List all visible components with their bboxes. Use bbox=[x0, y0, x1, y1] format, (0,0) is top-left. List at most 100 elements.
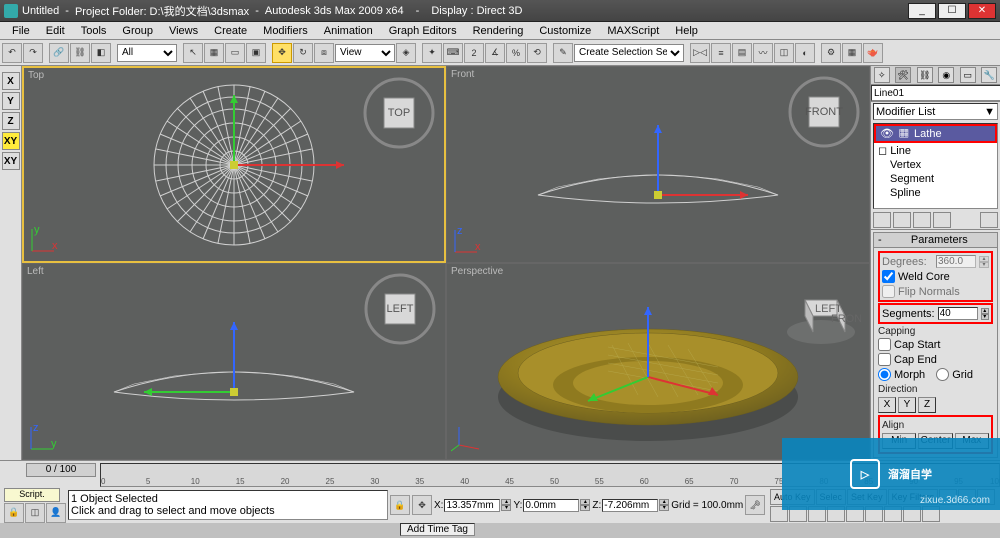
direction-y-button[interactable]: Y bbox=[898, 397, 916, 413]
viewport-left[interactable]: Left LEFT yz bbox=[22, 263, 446, 460]
minimize-button[interactable]: _ bbox=[908, 3, 936, 19]
bind-button[interactable]: ◧ bbox=[91, 43, 111, 63]
create-tab[interactable]: ✧ bbox=[874, 67, 890, 83]
refcoord-dropdown[interactable]: View bbox=[335, 44, 395, 62]
add-time-tag[interactable]: Add Time Tag bbox=[400, 523, 475, 536]
link-button[interactable]: 🔗 bbox=[49, 43, 69, 63]
pin-stack-button[interactable] bbox=[873, 212, 891, 228]
direction-x-button[interactable]: X bbox=[878, 397, 896, 413]
menu-tools[interactable]: Tools bbox=[73, 25, 115, 37]
select-scale-button[interactable]: ⧈ bbox=[314, 43, 334, 63]
hierarchy-tab[interactable]: ⛓ bbox=[917, 67, 933, 83]
menu-create[interactable]: Create bbox=[206, 25, 255, 37]
menu-views[interactable]: Views bbox=[161, 25, 206, 37]
keyboard-shortcut-button[interactable]: ⌨ bbox=[443, 43, 463, 63]
lock-selection-toggle[interactable]: 🔒 bbox=[390, 495, 410, 515]
menu-maxscript[interactable]: MAXScript bbox=[599, 25, 667, 37]
maxscript-mini-listener[interactable]: Script. bbox=[4, 488, 60, 502]
configure-sets-button[interactable] bbox=[980, 212, 998, 228]
menu-customize[interactable]: Customize bbox=[531, 25, 599, 37]
time-slider[interactable]: 0 / 100 bbox=[26, 463, 96, 477]
utilities-tab[interactable]: 🔧 bbox=[981, 67, 997, 83]
schematic-view-button[interactable]: ◫ bbox=[774, 43, 794, 63]
degrees-spinner[interactable]: ▴▾ bbox=[979, 256, 989, 268]
manipulate-button[interactable]: ✦ bbox=[422, 43, 442, 63]
menu-graph-editors[interactable]: Graph Editors bbox=[381, 25, 465, 37]
remove-modifier-button[interactable] bbox=[933, 212, 951, 228]
redo-button[interactable]: ↷ bbox=[23, 43, 43, 63]
absolute-transform-button[interactable]: ✥ bbox=[412, 495, 432, 515]
material-editor-button[interactable]: ◐ bbox=[795, 43, 815, 63]
maximize-button[interactable]: ☐ bbox=[938, 3, 966, 19]
menu-help[interactable]: Help bbox=[667, 25, 706, 37]
select-by-name-button[interactable]: ▦ bbox=[204, 43, 224, 63]
render-setup-button[interactable]: ⚙ bbox=[821, 43, 841, 63]
close-button[interactable]: ✕ bbox=[968, 3, 996, 19]
object-name-input[interactable] bbox=[871, 85, 1000, 101]
spinner-snap-button[interactable]: ⟲ bbox=[527, 43, 547, 63]
rendered-frame-button[interactable]: ▦ bbox=[842, 43, 862, 63]
pivot-center-button[interactable]: ◈ bbox=[396, 43, 416, 63]
degrees-input[interactable] bbox=[936, 255, 976, 268]
axis-xy2-button[interactable]: XY bbox=[2, 152, 20, 170]
mirror-button[interactable]: ▷◁ bbox=[690, 43, 710, 63]
axis-x-button[interactable]: X bbox=[2, 72, 20, 90]
modify-tab[interactable]: 🛠 bbox=[895, 67, 911, 83]
edit-named-sel-button[interactable]: ✎ bbox=[553, 43, 573, 63]
coord-x-spinner[interactable]: ▴▾ bbox=[501, 499, 511, 511]
snaps-percent-button[interactable]: % bbox=[506, 43, 526, 63]
parameters-header[interactable]: -Parameters bbox=[873, 232, 998, 248]
selection-filter-dropdown[interactable]: All bbox=[117, 44, 177, 62]
flip-normals-checkbox[interactable] bbox=[882, 285, 895, 298]
layer-manager-button[interactable]: ▤ bbox=[732, 43, 752, 63]
select-move-button[interactable]: ✥ bbox=[272, 43, 292, 63]
coord-x-input[interactable] bbox=[444, 499, 500, 512]
coord-z-input[interactable] bbox=[602, 499, 658, 512]
cap-start-checkbox[interactable] bbox=[878, 338, 891, 351]
menu-rendering[interactable]: Rendering bbox=[465, 25, 532, 37]
coord-y-spinner[interactable]: ▴▾ bbox=[580, 499, 590, 511]
render-production-button[interactable]: 🫖 bbox=[863, 43, 883, 63]
viewcube-front[interactable]: FRONT bbox=[787, 75, 861, 149]
curve-editor-button[interactable]: 〰 bbox=[753, 43, 773, 63]
show-end-result-button[interactable] bbox=[893, 212, 911, 228]
select-rotate-button[interactable]: ↻ bbox=[293, 43, 313, 63]
menu-animation[interactable]: Animation bbox=[316, 25, 381, 37]
viewcube-top[interactable]: TOP bbox=[362, 76, 436, 150]
key-icon[interactable]: 🗝 bbox=[745, 495, 765, 515]
direction-z-button[interactable]: Z bbox=[918, 397, 936, 413]
segments-spinner[interactable]: ▴▾ bbox=[981, 308, 989, 320]
viewport-front[interactable]: Front FRONT xz bbox=[446, 66, 870, 263]
make-unique-button[interactable] bbox=[913, 212, 931, 228]
morph-radio[interactable] bbox=[878, 368, 891, 381]
viewport-perspective[interactable]: Perspective LEFT FRONT bbox=[446, 263, 870, 460]
weld-core-checkbox[interactable] bbox=[882, 270, 895, 283]
unlink-button[interactable]: ⛓ bbox=[70, 43, 90, 63]
menu-file[interactable]: File bbox=[4, 25, 38, 37]
axis-z-button[interactable]: Z bbox=[2, 112, 20, 130]
display-tab[interactable]: ▭ bbox=[960, 67, 976, 83]
modifier-stack[interactable]: 👁 ◼ Lathe ◻ Line Vertex Segment Spline bbox=[873, 123, 998, 209]
communication-button[interactable]: 👤 bbox=[46, 503, 66, 523]
select-region-button[interactable]: ▭ bbox=[225, 43, 245, 63]
window-crossing-button[interactable]: ▣ bbox=[246, 43, 266, 63]
undo-button[interactable]: ↶ bbox=[2, 43, 22, 63]
menu-modifiers[interactable]: Modifiers bbox=[255, 25, 316, 37]
segments-input[interactable] bbox=[938, 307, 978, 320]
named-selection-dropdown[interactable]: Create Selection Set bbox=[574, 44, 684, 62]
coord-z-spinner[interactable]: ▴▾ bbox=[659, 499, 669, 511]
modifier-list-dropdown[interactable]: Modifier List▼ bbox=[873, 103, 998, 120]
viewcube-perspective[interactable]: LEFT FRONT bbox=[781, 272, 861, 352]
cap-end-checkbox[interactable] bbox=[878, 353, 891, 366]
axis-y-button[interactable]: Y bbox=[2, 92, 20, 110]
motion-tab[interactable]: ◉ bbox=[938, 67, 954, 83]
viewport-top[interactable]: Top TOP bbox=[22, 66, 446, 263]
lock-selection-button[interactable]: 🔒 bbox=[4, 503, 24, 523]
align-button[interactable]: ≡ bbox=[711, 43, 731, 63]
axis-xy-button[interactable]: XY bbox=[2, 132, 20, 150]
snaps-angle-button[interactable]: ∡ bbox=[485, 43, 505, 63]
isolate-button[interactable]: ◫ bbox=[25, 503, 45, 523]
viewcube-left[interactable]: LEFT bbox=[363, 272, 437, 346]
coord-y-input[interactable] bbox=[523, 499, 579, 512]
grid-radio[interactable] bbox=[936, 368, 949, 381]
